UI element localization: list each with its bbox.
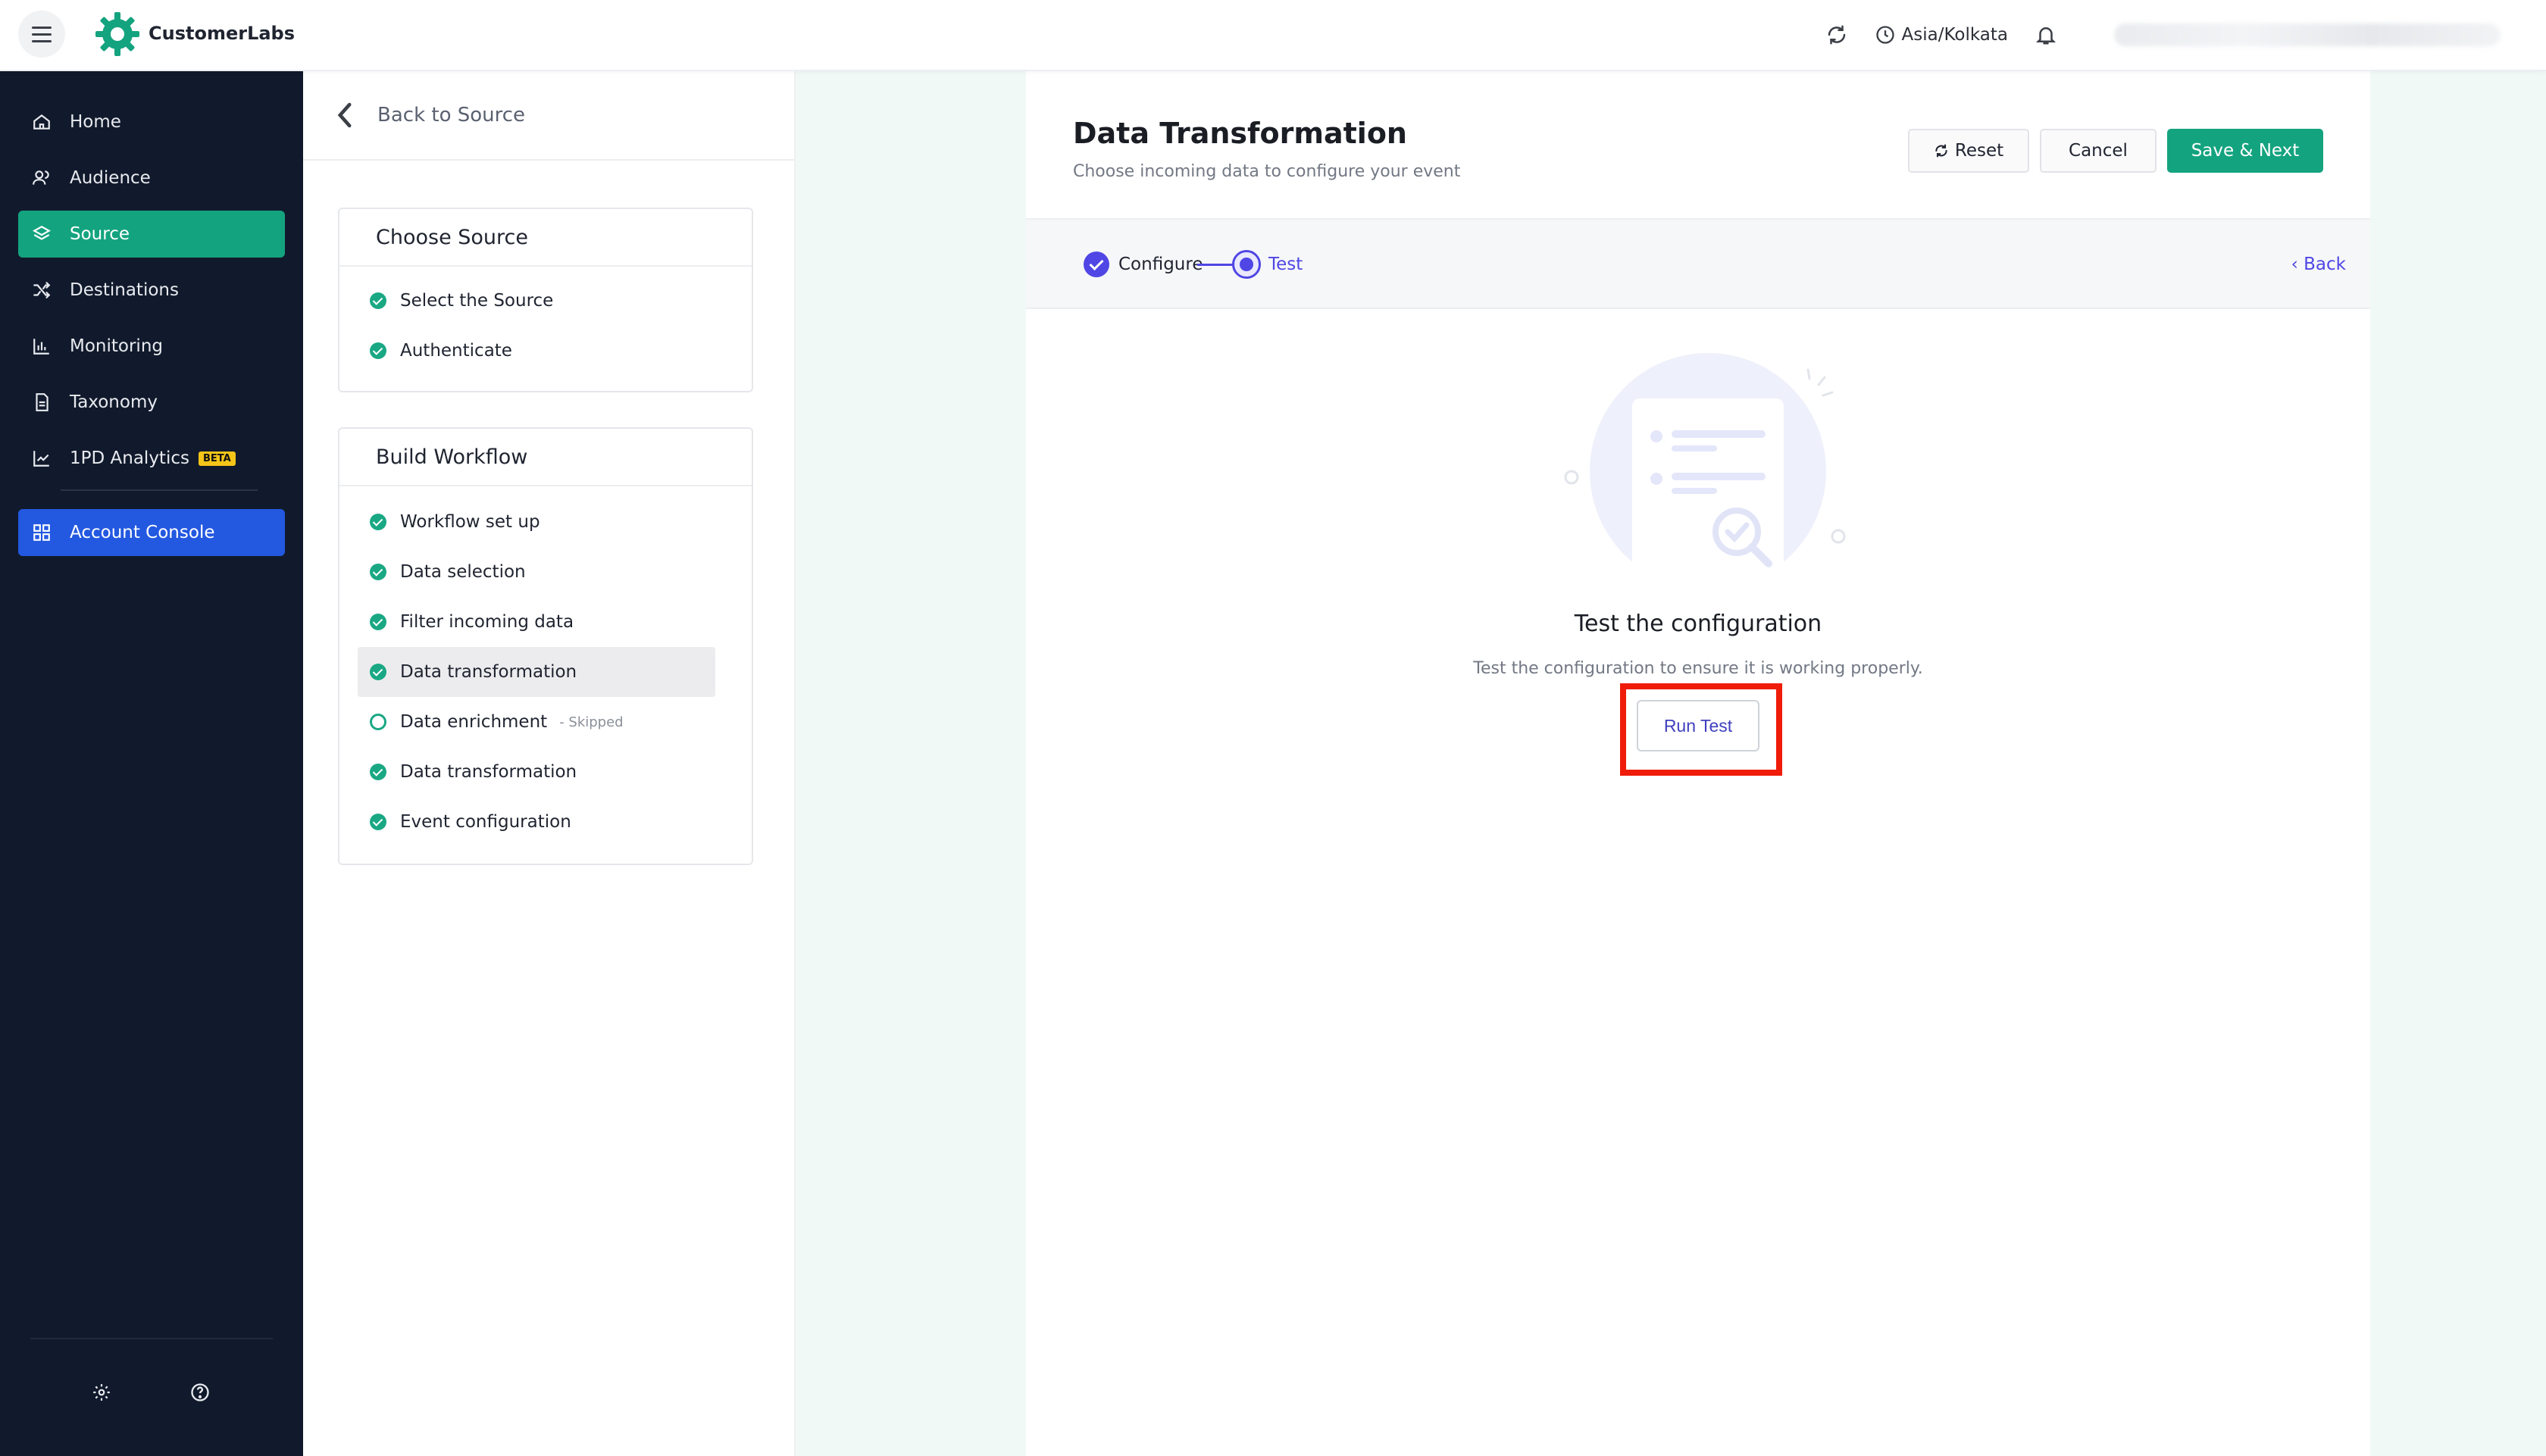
home-icon	[33, 114, 50, 130]
step-data-enrichment[interactable]: Data enrichment - Skipped	[339, 697, 752, 747]
layers-icon	[33, 226, 51, 240]
sidebar-item-label: Audience	[70, 168, 151, 188]
sidebar-item-label: 1PD Analytics	[70, 448, 189, 468]
step-label: Filter incoming data	[400, 612, 574, 632]
top-bar: CustomerLabs Asia/Kolkata	[0, 0, 2546, 71]
choose-source-title: Choose Source	[339, 209, 752, 267]
sidebar-item-label: Destinations	[70, 280, 179, 300]
step-label: Authenticate	[400, 341, 512, 361]
refresh-icon[interactable]	[1825, 23, 1849, 47]
sidebar-item-account-console[interactable]: Account Console	[18, 509, 285, 556]
clock-icon	[1875, 26, 1894, 44]
sidebar-item-taxonomy[interactable]: Taxonomy	[18, 379, 285, 426]
chevron-left-icon	[337, 102, 352, 128]
sidebar-item-label: Monitoring	[70, 336, 163, 356]
check-icon	[370, 564, 386, 580]
back-to-source-link[interactable]: Back to Source	[303, 71, 794, 161]
sidebar-item-audience[interactable]: Audience	[18, 155, 285, 202]
timezone-label: Asia/Kolkata	[1901, 25, 2008, 45]
step-label: Data selection	[400, 562, 526, 582]
page-subtitle: Choose incoming data to configure your e…	[1073, 162, 1461, 181]
trend-icon	[33, 451, 49, 467]
beta-badge: BETA	[198, 451, 236, 466]
sidebar-item-1pd-analytics[interactable]: 1PD Analytics BETA	[18, 435, 285, 482]
save-and-next-button[interactable]: Save & Next	[2167, 129, 2323, 173]
choose-source-card: Choose Source Select the Source Authenti…	[338, 208, 753, 392]
step-current-indicator-icon	[1232, 250, 1261, 279]
sidebar-item-monitoring[interactable]: Monitoring	[18, 323, 285, 370]
settings-icon[interactable]	[88, 1379, 115, 1406]
timezone-selector[interactable]: Asia/Kolkata	[1875, 24, 2008, 45]
sidebar-item-label: Account Console	[70, 523, 215, 542]
step-label: Workflow set up	[400, 512, 540, 532]
back-to-source-label: Back to Source	[377, 104, 526, 127]
step-data-selection[interactable]: Data selection	[339, 547, 752, 597]
stepper-step-configure[interactable]: Configure	[1118, 255, 1203, 274]
check-icon	[370, 342, 386, 359]
step-event-configuration[interactable]: Event configuration	[339, 797, 752, 847]
grid-icon	[33, 524, 50, 541]
step-filter-incoming-data[interactable]: Filter incoming data	[339, 597, 752, 647]
reset-button[interactable]: Reset	[1908, 129, 2029, 173]
step-label: Select the Source	[400, 291, 554, 311]
step-data-transformation[interactable]: Data transformation	[339, 747, 752, 797]
check-icon	[370, 764, 386, 780]
main-header: Data Transformation Choose incoming data…	[1026, 71, 2370, 220]
test-description: Test the configuration to ensure it is w…	[1473, 659, 1923, 678]
step-select-the-source[interactable]: Select the Source	[339, 276, 752, 326]
sidebar-item-label: Source	[70, 224, 130, 244]
workflow-steps-panel: Back to Source Choose Source Select the …	[303, 71, 796, 1456]
stepper-step-test[interactable]: Test	[1268, 255, 1303, 274]
test-illustration-icon	[1564, 353, 1846, 601]
user-account-menu[interactable]	[2114, 23, 2501, 46]
step-label: Data transformation	[400, 762, 577, 782]
step-label: Data transformation	[400, 662, 577, 682]
sidebar-item-source[interactable]: Source	[18, 211, 285, 258]
sidebar-item-label: Home	[70, 112, 121, 132]
check-icon	[370, 814, 386, 830]
step-label: Event configuration	[400, 812, 571, 832]
skipped-note: - Skipped	[559, 714, 624, 730]
sidebar-item-home[interactable]: Home	[18, 98, 285, 145]
sidebar-divider	[61, 489, 258, 491]
sidebar-bottom-divider	[30, 1338, 273, 1339]
users-icon	[33, 170, 49, 185]
build-workflow-title: Build Workflow	[339, 429, 752, 486]
page-title: Data Transformation	[1073, 117, 1407, 150]
step-complete-check-icon	[1084, 252, 1109, 277]
check-icon	[370, 292, 386, 309]
shuffle-icon	[33, 282, 51, 298]
circle-icon	[370, 714, 386, 730]
refresh-icon	[1935, 144, 1947, 158]
top-right-controls: Asia/Kolkata	[1825, 0, 2501, 70]
menu-toggle-button[interactable]	[18, 11, 65, 58]
sidebar-item-destinations[interactable]: Destinations	[18, 267, 285, 314]
brand-name: CustomerLabs	[149, 23, 296, 44]
document-icon	[36, 393, 48, 411]
reset-label: Reset	[1954, 141, 2004, 161]
bell-icon[interactable]	[2034, 23, 2058, 47]
help-icon[interactable]	[186, 1379, 214, 1406]
build-workflow-card: Build Workflow Workflow set up Data sele…	[338, 427, 753, 865]
stepper-connector	[1197, 264, 1234, 266]
run-test-highlight-box	[1620, 683, 1782, 776]
sidebar: Home Audience Source Destinations Monito…	[0, 71, 303, 1456]
hamburger-icon	[32, 26, 52, 42]
step-data-transformation-current[interactable]: Data transformation	[358, 647, 715, 697]
check-icon	[370, 514, 386, 530]
test-title: Test the configuration	[1574, 611, 1822, 637]
cancel-button[interactable]: Cancel	[2040, 129, 2157, 173]
check-icon	[370, 614, 386, 630]
step-label: Data enrichment	[400, 712, 548, 732]
sidebar-item-label: Taxonomy	[70, 392, 158, 412]
step-authenticate[interactable]: Authenticate	[339, 326, 752, 376]
back-link[interactable]: ‹ Back	[2291, 255, 2346, 274]
customerlabs-logo-icon	[95, 12, 139, 56]
check-icon	[370, 664, 386, 680]
chart-icon	[33, 339, 49, 355]
step-workflow-set-up[interactable]: Workflow set up	[339, 497, 752, 547]
progress-stepper: Configure Test ‹ Back	[1026, 220, 2370, 309]
